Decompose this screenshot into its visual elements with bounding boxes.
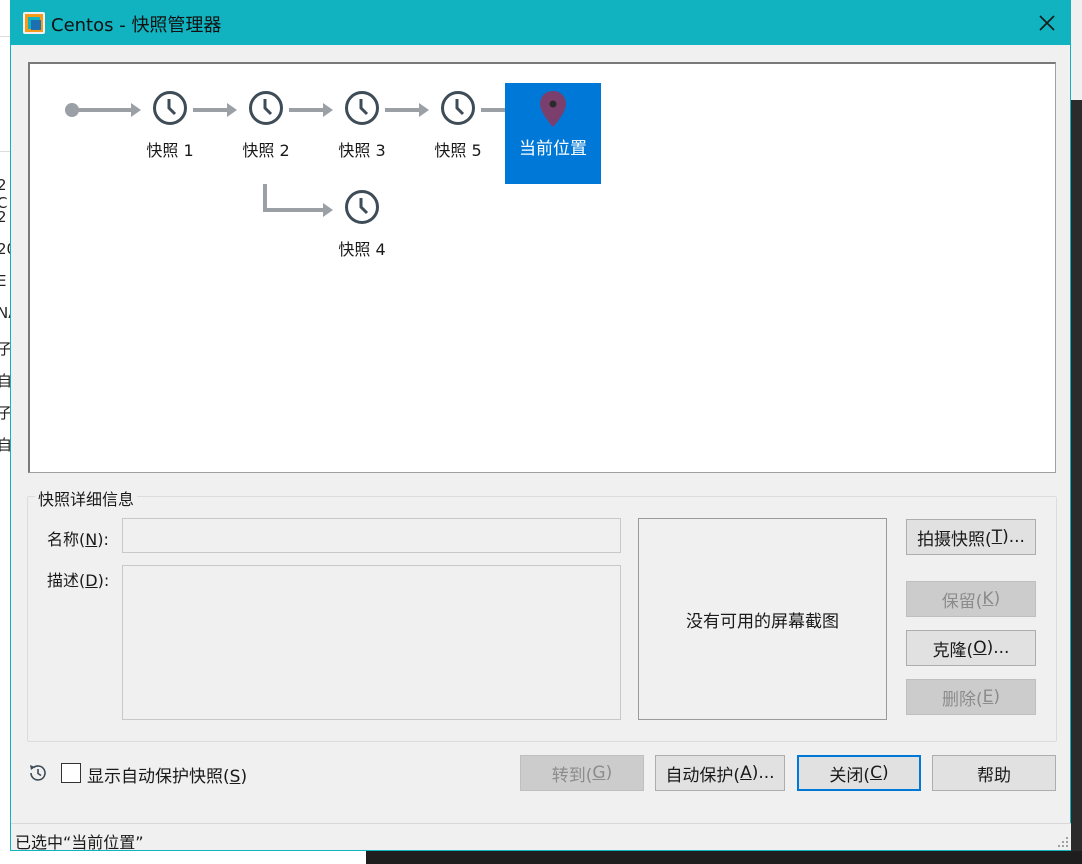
description-label: 描述(D): xyxy=(47,571,110,590)
go-to-button[interactable]: 转到(G) xyxy=(520,755,644,791)
show-autoprotect-label[interactable]: 显示自动保护快照(S) xyxy=(87,762,247,787)
snapshot-clock-icon xyxy=(153,91,187,125)
snapshot-label: 快照 4 xyxy=(338,240,386,259)
snapshot-clock-icon xyxy=(345,91,379,125)
screenshot-preview: 没有可用的屏幕截图 xyxy=(638,518,887,720)
background-text: E xyxy=(0,272,7,290)
vmware-app-icon xyxy=(23,12,45,34)
snapshot-label: 快照 1 xyxy=(146,141,194,160)
show-autoprotect-checkbox[interactable] xyxy=(61,763,81,783)
location-pin-icon xyxy=(540,91,566,127)
help-button[interactable]: 帮助 xyxy=(932,755,1056,791)
window-title: Centos - 快照管理器 xyxy=(51,15,222,36)
title-bar[interactable]: Centos - 快照管理器 xyxy=(11,0,1071,45)
background-window xyxy=(1071,0,1082,100)
autoprotect-button[interactable]: 自动保护(A)... xyxy=(655,755,785,791)
resize-grip-icon[interactable] xyxy=(1057,836,1069,848)
snapshot-label: 快照 3 xyxy=(338,141,386,160)
snapshot-clock-icon xyxy=(345,190,379,224)
current-location-label: 当前位置 xyxy=(519,139,587,159)
name-label: 名称(N): xyxy=(47,530,109,549)
root-node-dot xyxy=(65,103,79,117)
snapshot-clock-icon xyxy=(249,91,283,125)
description-field[interactable] xyxy=(122,565,621,720)
snapshot-label: 快照 5 xyxy=(434,141,482,160)
snapshot-manager-dialog: Centos - 快照管理器 快照 1 快照 2 快照 3 快照 5 快照 4 … xyxy=(10,0,1071,852)
no-screenshot-text: 没有可用的屏幕截图 xyxy=(686,611,839,632)
snapshot-tree[interactable]: 快照 1 快照 2 快照 3 快照 5 快照 4 当前位置 xyxy=(28,62,1056,473)
clone-button[interactable]: 克隆(O)... xyxy=(906,630,1036,666)
close-icon xyxy=(1039,15,1055,31)
keep-button[interactable]: 保留(K) xyxy=(906,581,1036,617)
snapshot-label: 快照 2 xyxy=(242,141,290,160)
close-window-button[interactable] xyxy=(1029,8,1065,38)
close-button[interactable]: 关闭(C) xyxy=(797,755,921,791)
snapshot-clock-icon xyxy=(441,91,475,125)
details-group-title: 快照详细信息 xyxy=(35,486,138,510)
take-snapshot-button[interactable]: 拍摄快照(T)... xyxy=(906,519,1036,555)
delete-button[interactable]: 删除(E) xyxy=(906,679,1036,715)
status-text: 已选中“当前位置” xyxy=(15,833,144,852)
background-window xyxy=(366,851,1082,864)
name-field[interactable] xyxy=(122,518,621,553)
status-bar: 已选中“当前位置” xyxy=(11,823,1071,852)
background-text: 2 xyxy=(0,208,7,226)
current-location-node[interactable]: 当前位置 xyxy=(505,83,601,184)
history-icon xyxy=(30,765,46,781)
background-window xyxy=(1071,100,1082,864)
